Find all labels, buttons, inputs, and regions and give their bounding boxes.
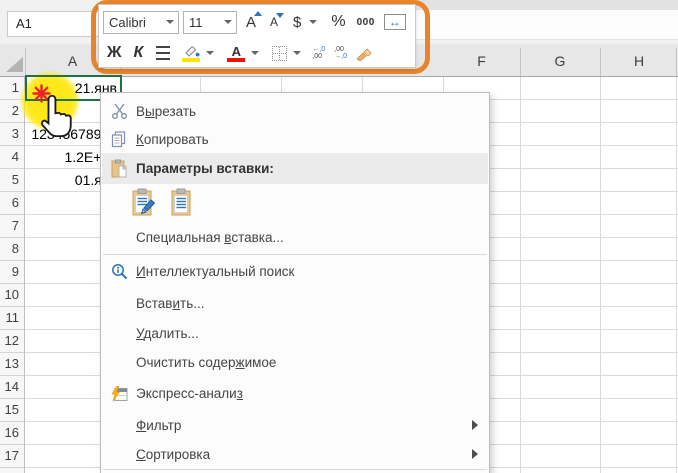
- bold-button[interactable]: Ж: [107, 44, 121, 62]
- row-header-15[interactable]: 15: [0, 399, 19, 422]
- header-separator: [600, 48, 601, 76]
- submenu-arrow-icon: [472, 449, 478, 459]
- menu-item-insert[interactable]: Вставить...: [102, 289, 488, 318]
- context-menu: Вырезать Копировать Параметры вставки:: [100, 92, 490, 473]
- align-center-button[interactable]: [156, 44, 170, 62]
- row-header-11[interactable]: 11: [0, 307, 19, 330]
- gridline: [676, 77, 677, 473]
- row-header-9[interactable]: 9: [0, 261, 19, 284]
- row-header-8[interactable]: 8: [0, 238, 19, 261]
- header-separator: [25, 48, 26, 76]
- chevron-down-icon[interactable]: [206, 51, 214, 55]
- chevron-down-icon[interactable]: [309, 20, 317, 24]
- submenu-arrow-icon: [472, 420, 478, 430]
- paint-bucket-icon: [182, 45, 200, 58]
- select-all-button[interactable]: [6, 57, 23, 72]
- format-painter-button[interactable]: [356, 46, 373, 61]
- header-separator: [520, 48, 521, 76]
- row-header-17[interactable]: 17: [0, 445, 19, 468]
- mini-toolbar: Calibri 11 A A $ % 000 ↔ Ж К: [98, 4, 416, 68]
- merge-center-button[interactable]: ↔: [384, 14, 406, 30]
- menu-item-clear-contents[interactable]: Очистить содержимое: [102, 347, 488, 377]
- chevron-down-icon: [166, 20, 174, 24]
- currency-format-button[interactable]: $: [293, 14, 301, 31]
- grow-font-button[interactable]: A: [246, 14, 256, 31]
- header-separator: [676, 48, 677, 76]
- caret-up-icon: [254, 11, 262, 16]
- formula-bar[interactable]: [416, 10, 678, 40]
- fill-color-swatch: [182, 58, 200, 62]
- row-header-4[interactable]: 4: [0, 146, 19, 169]
- gridline: [600, 77, 601, 473]
- menu-item-delete[interactable]: Удалить...: [102, 319, 488, 347]
- border-grid-icon: [273, 53, 286, 54]
- row-header-2[interactable]: 2: [0, 100, 19, 123]
- row-header-16[interactable]: 16: [0, 422, 19, 445]
- row-header-6[interactable]: 6: [0, 192, 19, 215]
- increase-decimal-button[interactable]: ←,0 ,00: [312, 46, 325, 60]
- menu-separator: [103, 254, 487, 255]
- caret-down-icon: [276, 13, 284, 18]
- row-header-13[interactable]: 13: [0, 353, 19, 376]
- name-box[interactable]: A1: [7, 11, 99, 37]
- smart-lookup-icon: [102, 263, 136, 280]
- fill-color-button[interactable]: [182, 45, 200, 62]
- menu-separator: [103, 469, 487, 470]
- menu-item-cut[interactable]: Вырезать: [102, 97, 488, 125]
- paste-options-row: [102, 184, 488, 223]
- row-header-1[interactable]: 1: [0, 77, 19, 100]
- row-header-5[interactable]: 5: [0, 169, 19, 192]
- comma-format-button[interactable]: 000: [357, 17, 375, 28]
- scissors-icon: [102, 103, 136, 120]
- row-header-14[interactable]: 14: [0, 376, 19, 399]
- font-color-swatch: [227, 58, 245, 62]
- column-header-h[interactable]: H: [600, 53, 678, 75]
- menu-item-filter[interactable]: Фильтр: [102, 411, 488, 439]
- row-header-3[interactable]: 3: [0, 123, 19, 146]
- row-header-12[interactable]: 12: [0, 330, 19, 353]
- italic-button[interactable]: К: [133, 44, 143, 62]
- column-header-g[interactable]: G: [520, 53, 600, 75]
- paste-keep-formatting-button[interactable]: [132, 188, 157, 219]
- menu-item-quick-analysis[interactable]: Экспресс-анализ: [102, 378, 488, 409]
- row-header-7[interactable]: 7: [0, 215, 19, 238]
- quick-analysis-icon: [102, 386, 136, 402]
- font-size-combo[interactable]: 11: [183, 11, 237, 34]
- menu-item-paste-options: Параметры вставки:: [102, 153, 488, 184]
- menu-item-copy[interactable]: Копировать: [102, 125, 488, 153]
- top-strip: [416, 0, 678, 10]
- brush-icon: [356, 46, 373, 61]
- copy-icon: [102, 131, 136, 148]
- percent-format-button[interactable]: %: [331, 13, 345, 31]
- borders-button[interactable]: [272, 46, 287, 61]
- menu-item-smart-lookup[interactable]: Интеллектуальный поиск: [102, 256, 488, 286]
- clipboard-icon: [102, 159, 136, 178]
- row-header-10[interactable]: 10: [0, 284, 19, 307]
- decrease-decimal-button[interactable]: ,00 →,0: [334, 46, 347, 60]
- font-color-button[interactable]: А: [227, 45, 245, 62]
- chevron-down-icon[interactable]: [251, 51, 259, 55]
- menu-item-sort[interactable]: Сортировка: [102, 440, 488, 468]
- chevron-down-icon[interactable]: [293, 51, 301, 55]
- hand-cursor-icon: [39, 93, 73, 143]
- shrink-font-button[interactable]: A: [270, 15, 278, 29]
- gridline: [520, 77, 521, 473]
- column-header-f[interactable]: F: [443, 53, 520, 75]
- excel-window: A1 A F G H 1 2 3 4 5 6 7 8 9 10 11 12 13…: [0, 0, 678, 473]
- menu-item-paste-special[interactable]: Специальная вставка...: [102, 223, 488, 252]
- font-name-combo[interactable]: Calibri: [103, 11, 179, 34]
- paste-button[interactable]: [171, 188, 192, 219]
- chevron-down-icon: [224, 20, 232, 24]
